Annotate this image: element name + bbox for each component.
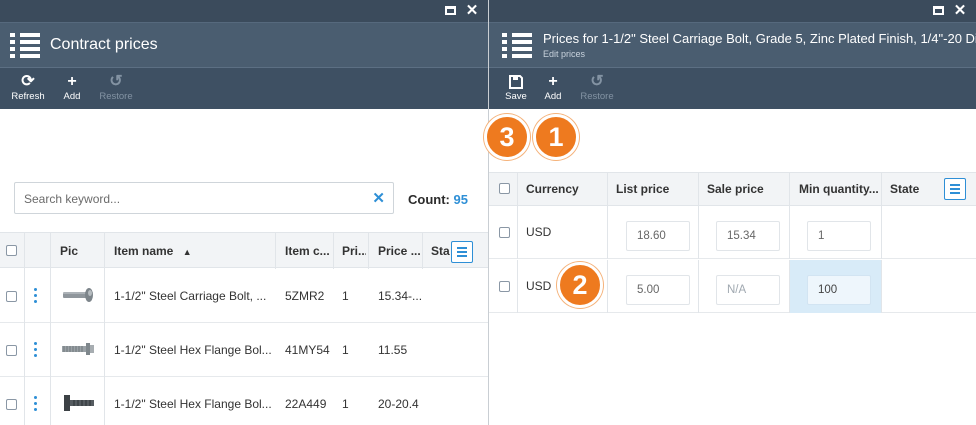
add-label: Add <box>544 91 562 102</box>
list-price-input[interactable]: 5.00 <box>626 275 690 305</box>
plus-icon: + <box>548 73 558 90</box>
maximize-icon[interactable] <box>930 3 946 19</box>
item-pri: 1 <box>342 397 349 411</box>
count-label: Count: <box>408 192 450 207</box>
item-count: Count: 95 <box>408 192 468 207</box>
table-row[interactable]: 1-1/2" Steel Hex Flange Bol... 22A449 1 … <box>0 377 488 425</box>
refresh-label: Refresh <box>11 91 45 102</box>
refresh-icon: ⟳ <box>21 73 35 90</box>
toolbar: ⟳ Refresh + Add ↺ Restore <box>0 67 488 109</box>
window-bar: ✕ <box>489 0 976 22</box>
restore-label: Restore <box>580 91 614 102</box>
table-row[interactable]: 1-1/2" Steel Carriage Bolt, ... 5ZMR2 1 … <box>0 269 488 323</box>
hex-flange-bolt-thumbnail <box>60 337 96 361</box>
clear-search-icon[interactable]: ✕ <box>372 189 385 207</box>
column-item-name[interactable]: Item name ▲ <box>114 233 192 269</box>
column-min-quantity[interactable]: Min quantity... <box>799 173 881 205</box>
plus-icon: + <box>67 73 77 90</box>
column-item-code[interactable]: Item c... <box>285 233 333 269</box>
panel-title: Contract prices <box>50 36 158 53</box>
edit-prices-panel: ✕ Prices for 1-1/2" Steel Carriage Bolt,… <box>489 0 976 425</box>
item-code: 5ZMR2 <box>285 289 325 303</box>
grid-header: Currency List price Sale price Min quant… <box>489 172 976 207</box>
panel-subtitle: Edit prices <box>543 49 586 59</box>
toolbar: Save + Add ↺ Restore <box>489 67 976 109</box>
add-button[interactable]: + Add <box>58 73 86 102</box>
panel-header: Contract prices <box>0 22 488 67</box>
restore-label: Restore <box>99 91 133 102</box>
undo-icon: ↺ <box>590 73 604 90</box>
select-all-checkbox[interactable] <box>499 183 510 194</box>
search-input[interactable]: Search keyword... ✕ <box>14 182 394 214</box>
table-row[interactable]: 1-1/2" Steel Hex Flange Bol... 41MY54 1 … <box>0 323 488 377</box>
sale-price-input[interactable]: N/A <box>716 275 780 305</box>
add-label: Add <box>63 91 81 102</box>
row-checkbox[interactable] <box>6 345 17 356</box>
maximize-icon[interactable] <box>442 3 458 19</box>
count-value: 95 <box>453 192 468 207</box>
panel-title: Prices for 1-1/2" Steel Carriage Bolt, G… <box>543 31 976 46</box>
currency: USD <box>526 225 552 239</box>
currency: USD <box>526 279 552 293</box>
item-pri: 1 <box>342 289 349 303</box>
column-sale-price[interactable]: Sale price <box>707 173 764 205</box>
sale-price-input[interactable]: 15.34 <box>716 221 780 251</box>
row-checkbox[interactable] <box>6 399 17 410</box>
min-quantity-input[interactable]: 1 <box>807 221 871 251</box>
row-menu-icon[interactable] <box>34 288 38 304</box>
column-pic[interactable]: Pic <box>60 233 78 269</box>
step-badge-3: 3 <box>484 114 530 160</box>
row-checkbox[interactable] <box>6 291 17 302</box>
app-root: ✕ Contract prices ⟳ Refresh + Add ↺ Rest… <box>0 0 976 425</box>
restore-button[interactable]: ↺ Restore <box>578 73 616 102</box>
price-row[interactable]: USD 18.60 15.34 1 <box>489 206 976 259</box>
column-state[interactable]: Sta <box>431 233 453 269</box>
search-placeholder: Search keyword... <box>24 192 121 206</box>
panel-header: Prices for 1-1/2" Steel Carriage Bolt, G… <box>489 22 976 67</box>
item-name: 1-1/2" Steel Hex Flange Bol... <box>114 343 272 357</box>
item-name: 1-1/2" Steel Carriage Bolt, ... <box>114 289 267 303</box>
item-code: 22A449 <box>285 397 327 411</box>
row-checkbox[interactable] <box>499 227 510 238</box>
save-button[interactable]: Save <box>503 73 529 102</box>
save-label: Save <box>505 91 527 102</box>
window-bar: ✕ <box>0 0 488 22</box>
sort-ascending-icon: ▲ <box>182 247 192 257</box>
column-currency[interactable]: Currency <box>526 173 579 205</box>
carriage-bolt-thumbnail <box>60 283 96 307</box>
undo-icon: ↺ <box>109 73 123 90</box>
step-badge-2: 2 <box>557 262 603 308</box>
close-icon[interactable]: ✕ <box>464 3 480 19</box>
item-code: 41MY54 <box>285 343 330 357</box>
grid-header: Pic Item name ▲ Item c... Pri... Price .… <box>0 232 488 269</box>
column-list-price[interactable]: List price <box>616 173 669 205</box>
hex-flange-bolt-thumbnail <box>60 391 96 415</box>
item-price: 11.55 <box>378 343 408 357</box>
step-badge-1: 1 <box>533 114 579 160</box>
item-price: 20-20.4 <box>378 397 419 411</box>
row-menu-icon[interactable] <box>34 342 38 358</box>
column-menu-icon[interactable] <box>451 241 473 263</box>
select-all-checkbox[interactable] <box>6 245 17 256</box>
column-price[interactable]: Price ... <box>378 233 420 269</box>
list-icon <box>10 33 40 58</box>
close-icon[interactable]: ✕ <box>952 3 968 19</box>
column-item-name-label: Item name <box>114 244 174 258</box>
item-pri: 1 <box>342 343 349 357</box>
column-pri[interactable]: Pri... <box>342 233 366 269</box>
item-price: 15.34-... <box>378 289 423 303</box>
refresh-button[interactable]: ⟳ Refresh <box>10 73 46 102</box>
row-checkbox[interactable] <box>499 281 510 292</box>
row-menu-icon[interactable] <box>34 396 38 412</box>
item-name: 1-1/2" Steel Hex Flange Bol... <box>114 397 272 411</box>
restore-button[interactable]: ↺ Restore <box>98 73 134 102</box>
column-menu-icon[interactable] <box>944 178 966 200</box>
list-price-input[interactable]: 18.60 <box>626 221 690 251</box>
min-quantity-input[interactable]: 100 <box>807 275 871 305</box>
list-icon <box>502 33 532 58</box>
column-state[interactable]: State <box>890 173 919 205</box>
contract-prices-panel: ✕ Contract prices ⟳ Refresh + Add ↺ Rest… <box>0 0 488 425</box>
add-button[interactable]: + Add <box>539 73 567 102</box>
save-icon <box>503 73 529 91</box>
